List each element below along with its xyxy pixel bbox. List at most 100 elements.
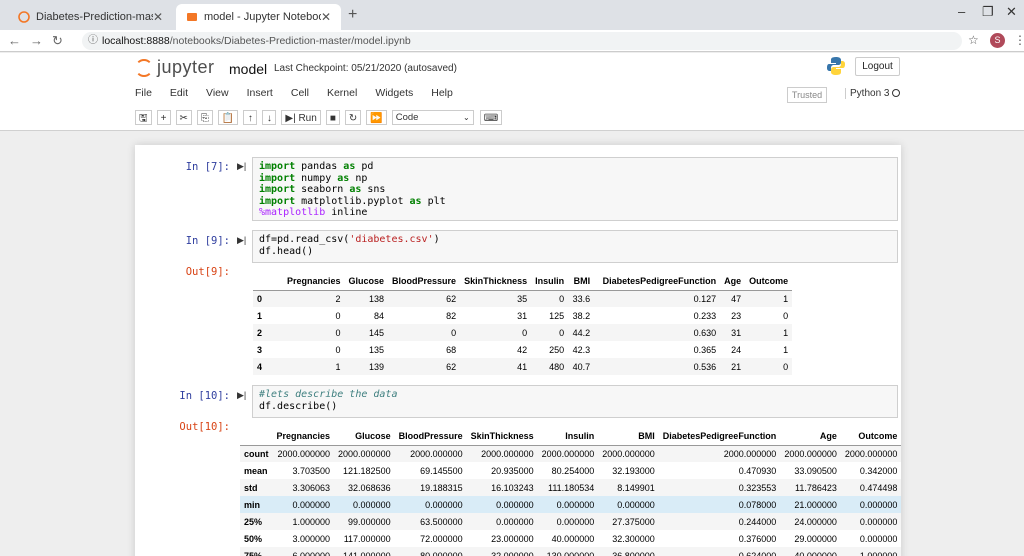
- url-field[interactable]: ⓘ localhost:8888/notebooks/Diabetes-Pred…: [82, 32, 962, 50]
- maximize-icon[interactable]: ❐: [982, 4, 994, 20]
- table-cell: 31: [731, 327, 742, 338]
- column-header: Glucose: [344, 273, 389, 291]
- table-cell: 141.000000: [343, 550, 391, 556]
- chevron-down-icon: ⌄: [463, 112, 470, 122]
- table-cell: 2000.000000: [541, 448, 595, 459]
- cut-icon[interactable]: ✂: [175, 109, 192, 125]
- run-cell-icon[interactable]: ▶|: [237, 161, 246, 172]
- menu-help[interactable]: Help: [431, 87, 453, 103]
- table-cell: 2000.000000: [338, 448, 391, 459]
- menu-edit[interactable]: Edit: [170, 87, 188, 103]
- minimize-icon[interactable]: –: [958, 4, 965, 19]
- table-cell: 0.470930: [738, 465, 777, 476]
- table-cell: 250: [549, 344, 565, 355]
- restart-run-all-icon[interactable]: ⏩: [366, 109, 387, 125]
- table-cell: 0.342000: [859, 465, 898, 476]
- reload-icon[interactable]: ↻: [52, 33, 63, 49]
- close-window-icon[interactable]: ✕: [1006, 4, 1017, 20]
- table-cell: 62: [446, 293, 457, 304]
- table-cell: 21: [731, 361, 742, 372]
- table-cell: 2000.000000: [784, 448, 837, 459]
- cell-type-select[interactable]: Code ⌄: [391, 109, 474, 125]
- interrupt-icon[interactable]: ■: [325, 109, 340, 125]
- table-row: 3 0 135 68 42 250 42.3 0.365 24 1: [253, 341, 792, 358]
- table-cell: 0.233: [693, 310, 717, 321]
- table-cell: 0.536: [693, 361, 717, 372]
- row-index: count: [244, 448, 269, 459]
- code-cell-input[interactable]: #lets describe the data df.describe(): [252, 385, 898, 418]
- column-header: BMI: [568, 273, 595, 291]
- table-cell: 40.7: [572, 361, 591, 372]
- table-row: mean 3.703500 121.182500 69.145500 20.935000…: [240, 462, 901, 479]
- column-header: Outcome: [745, 273, 793, 291]
- new-tab-icon[interactable]: +: [348, 6, 357, 24]
- jupyter-logo[interactable]: jupyter: [135, 57, 215, 78]
- row-index: 2: [257, 327, 263, 338]
- table-cell: 36.800000: [612, 550, 655, 556]
- table-row: 0 2 138 62 35 0 33.6 0.127 47 1: [253, 290, 793, 307]
- bookmark-star-icon[interactable]: ☆: [968, 33, 979, 47]
- table-cell: 0.000000: [617, 499, 655, 510]
- table-row: count 2000.000000 2000.000000 2000.000000 20…: [240, 445, 902, 462]
- browser-tab-files[interactable]: Diabetes-Prediction-master/ ✕: [8, 4, 173, 30]
- move-down-icon[interactable]: ↓: [262, 109, 277, 125]
- row-index: 4: [257, 361, 263, 372]
- run-button[interactable]: ▶| Run: [281, 109, 321, 125]
- menu-view[interactable]: View: [206, 87, 229, 103]
- table-cell: 16.103243: [491, 482, 534, 493]
- output-prompt: Out[9]:: [185, 266, 230, 278]
- back-icon[interactable]: ←: [8, 33, 21, 48]
- notebook-name[interactable]: model: [229, 61, 267, 77]
- code-cell-input[interactable]: import pandas as pd import numpy as np i…: [252, 157, 898, 221]
- table-cell: 0.365: [693, 344, 717, 355]
- save-icon[interactable]: 🖫: [135, 109, 152, 125]
- row-index: 25%: [244, 516, 263, 527]
- table-cell: 31: [517, 310, 528, 321]
- run-cell-icon[interactable]: ▶|: [237, 390, 246, 401]
- menu-kernel[interactable]: Kernel: [327, 87, 357, 103]
- menu-cell[interactable]: Cell: [291, 87, 309, 103]
- code-cell-input[interactable]: df=pd.read_csv('diabetes.csv') df.head(): [252, 230, 898, 263]
- table-cell: 35: [517, 293, 528, 304]
- run-cell-icon[interactable]: ▶|: [237, 235, 246, 246]
- trusted-indicator[interactable]: Trusted: [787, 87, 827, 103]
- close-tab-icon[interactable]: ✕: [321, 10, 331, 24]
- browser-menu-icon[interactable]: ⋮: [1014, 33, 1024, 47]
- kernel-name: Python 3: [850, 88, 890, 99]
- table-cell: 29.000000: [794, 533, 837, 544]
- table-row: min 0.000000 0.000000 0.000000 0.000000 0.000…: [240, 496, 902, 513]
- jupyter-logo-icon: [135, 58, 153, 77]
- input-prompt: In [7]:: [185, 161, 230, 173]
- table-row: 2 0 145 0 0 0 44.2 0.630 31 1: [253, 324, 793, 341]
- table-cell: 0.127: [693, 293, 717, 304]
- table-cell: 121.182500: [343, 465, 391, 476]
- menu-file[interactable]: File: [135, 87, 152, 103]
- close-tab-icon[interactable]: ✕: [153, 10, 163, 24]
- forward-icon[interactable]: →: [30, 33, 43, 48]
- logout-button[interactable]: Logout: [855, 57, 900, 76]
- table-cell: 0.000000: [496, 516, 534, 527]
- menu-insert[interactable]: Insert: [247, 87, 273, 103]
- paste-icon[interactable]: 📋: [217, 109, 239, 125]
- browser-tab-notebook[interactable]: model - Jupyter Notebook ✕: [176, 4, 341, 30]
- kernel-status-icon: [892, 89, 901, 97]
- copy-icon[interactable]: ⎘: [196, 109, 213, 125]
- move-up-icon[interactable]: ↑: [243, 109, 258, 125]
- table-cell: 33.6: [572, 293, 591, 304]
- input-prompt: In [10]:: [179, 390, 230, 402]
- insert-cell-icon[interactable]: +: [156, 109, 171, 125]
- tab-title: Diabetes-Prediction-master/: [36, 11, 153, 23]
- restart-icon[interactable]: ↻: [344, 109, 362, 125]
- profile-avatar[interactable]: S: [990, 33, 1005, 48]
- site-info-icon[interactable]: ⓘ: [88, 32, 98, 50]
- keyboard-icon[interactable]: ⌨: [479, 109, 503, 125]
- url-path: /notebooks/Diabetes-Prediction-master/mo…: [169, 35, 411, 47]
- table-cell: 138: [369, 293, 385, 304]
- row-index: min: [244, 499, 261, 510]
- table-row: 1 0 84 82 31 125 38.2 0.233 23 0: [253, 307, 792, 324]
- column-header: DiabetesPedigreeFunction: [658, 428, 781, 446]
- table-row: 25% 1.000000 99.000000 63.500000 0.000000 0.0…: [240, 513, 902, 530]
- table-cell: 0: [522, 327, 528, 338]
- menu-widgets[interactable]: Widgets: [375, 87, 413, 103]
- row-index: 3: [257, 344, 263, 355]
